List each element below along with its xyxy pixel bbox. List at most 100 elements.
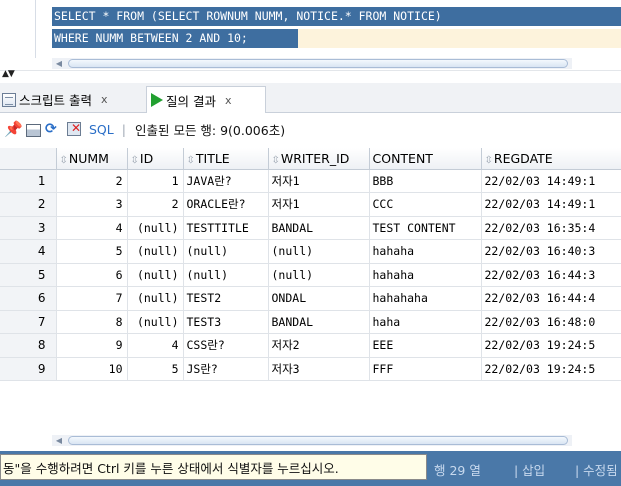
cell-title[interactable]: JS란? (183, 357, 269, 381)
cell-content[interactable]: BBB (369, 169, 482, 193)
cell-writer-id[interactable]: 저자2 (268, 333, 370, 358)
insert-mode: | 삽입 (514, 463, 546, 478)
cell-id[interactable]: 5 (127, 357, 184, 381)
tab-script-output-label: 스크립트 출력 (19, 93, 92, 108)
column-header-numm[interactable]: ⇳NUMM (56, 148, 128, 170)
column-header-label: TITLE (195, 150, 230, 166)
print-icon[interactable] (26, 123, 41, 137)
column-header-regdate[interactable]: ⇳REGDATE (481, 148, 621, 170)
cell-writer-id[interactable]: ONDAL (268, 286, 370, 311)
cell-numm[interactable]: 4 (56, 216, 128, 240)
tab-script-output[interactable]: 스크립트 출력 x (0, 86, 146, 113)
tab-script-output-close-icon[interactable]: x (101, 93, 108, 106)
cell-regdate[interactable]: 22/02/03 19:24:5 (481, 333, 621, 358)
tab-query-result-label: 질의 결과 (166, 93, 216, 109)
cell-title[interactable]: ORACLE란? (183, 192, 269, 217)
table-row[interactable]: 3 4 (null) TESTTITLE BANDAL TEST CONTENT 22/02… (0, 216, 621, 240)
column-header-label: REGDATE (493, 150, 553, 166)
cell-title[interactable]: TEST3 (183, 310, 269, 334)
cell-content[interactable]: EEE (369, 333, 482, 358)
cell-id[interactable]: 1 (127, 169, 184, 193)
editor-line-2[interactable]: WHERE NUMM BETWEEN 2 AND 10; (52, 29, 298, 48)
cell-numm[interactable]: 3 (56, 192, 128, 217)
cell-regdate[interactable]: 22/02/03 19:24:5 (481, 357, 621, 381)
scrollbar-thumb[interactable] (68, 436, 568, 445)
cell-content[interactable]: FFF (369, 357, 482, 381)
status-hint-tooltip: 동"을 수행하려면 Ctrl 키를 누른 상태에서 식별자를 누르십시오. (0, 454, 427, 480)
cell-regdate[interactable]: 22/02/03 16:44:3 (481, 263, 621, 287)
scroll-left-arrow-icon[interactable]: ◀ (52, 58, 66, 69)
table-row[interactable]: 7 8 (null) TEST3 BANDAL haha 22/02/03 16:48:0 (0, 310, 621, 334)
cell-id[interactable]: (null) (127, 239, 184, 264)
pane-splitter[interactable]: ▲▼ (0, 69, 621, 81)
table-row[interactable]: 1 2 1 JAVA란? 저자1 BBB 22/02/03 14:49:1 (0, 169, 621, 193)
cell-writer-id[interactable]: 저자1 (268, 169, 370, 193)
cell-numm[interactable]: 6 (56, 263, 128, 287)
cell-numm[interactable]: 8 (56, 310, 128, 334)
cell-regdate[interactable]: 22/02/03 16:40:3 (481, 239, 621, 264)
cell-title[interactable]: (null) (183, 239, 269, 264)
editor-horizontal-scrollbar[interactable]: ◀ (52, 58, 572, 69)
cell-content[interactable]: hahahaha (369, 286, 482, 311)
refresh-icon[interactable]: ⟳ (45, 120, 63, 138)
cell-writer-id[interactable]: 저자1 (268, 192, 370, 217)
cell-id[interactable]: (null) (127, 310, 184, 334)
scrollbar-thumb[interactable] (68, 59, 568, 68)
cell-writer-id[interactable]: (null) (268, 239, 370, 264)
tab-query-result-close-icon[interactable]: x (225, 94, 232, 107)
cell-regdate[interactable]: 22/02/03 16:44:4 (481, 286, 621, 311)
cell-title[interactable]: JAVA란? (183, 169, 269, 193)
cell-regdate[interactable]: 22/02/03 16:48:0 (481, 310, 621, 334)
scroll-left-arrow-icon[interactable]: ◀ (52, 435, 66, 446)
cell-numm[interactable]: 2 (56, 169, 128, 193)
cell-content[interactable]: TEST CONTENT (369, 216, 482, 240)
cell-content[interactable]: hahaha (369, 239, 482, 264)
export-icon[interactable] (67, 121, 81, 136)
cell-writer-id[interactable]: (null) (268, 263, 370, 287)
cell-numm[interactable]: 9 (56, 333, 128, 358)
sql-link[interactable]: SQL (89, 122, 114, 137)
cell-writer-id[interactable]: 저자3 (268, 357, 370, 381)
cell-regdate[interactable]: 22/02/03 16:35:4 (481, 216, 621, 240)
cell-writer-id[interactable]: BANDAL (268, 310, 370, 334)
cell-title[interactable]: TESTTITLE (183, 216, 269, 240)
row-number: 7 (0, 310, 57, 334)
column-header-writer-id[interactable]: ⇳WRITER_ID (268, 148, 370, 170)
cell-content[interactable]: haha (369, 310, 482, 334)
grid-horizontal-scrollbar[interactable]: ◀ (52, 435, 572, 446)
column-header-title[interactable]: ⇳TITLE (183, 148, 269, 170)
toolbar-separator: | (121, 121, 126, 137)
modified-indicator: | 수정됨 (575, 463, 618, 478)
editor-line-1[interactable]: SELECT * FROM (SELECT ROWNUM NUMM, NOTIC… (52, 7, 621, 26)
cell-id[interactable]: (null) (127, 263, 184, 287)
cell-title[interactable]: (null) (183, 263, 269, 287)
table-row[interactable]: 4 5 (null) (null) (null) hahaha 22/02/03 16:40… (0, 239, 621, 264)
cell-content[interactable]: CCC (369, 192, 482, 217)
cell-content[interactable]: hahaha (369, 263, 482, 287)
cell-id[interactable]: (null) (127, 286, 184, 311)
sql-editor[interactable]: SELECT * FROM (SELECT ROWNUM NUMM, NOTIC… (0, 0, 621, 58)
cell-regdate[interactable]: 22/02/03 14:49:1 (481, 169, 621, 193)
cell-regdate[interactable]: 22/02/03 14:49:1 (481, 192, 621, 217)
table-row[interactable]: 6 7 (null) TEST2 ONDAL hahahaha 22/02/03 16:44… (0, 286, 621, 311)
tab-query-result[interactable]: 질의 결과 x (146, 86, 266, 113)
table-row[interactable]: 8 9 4 CSS란? 저자2 EEE 22/02/03 19:24:5 (0, 333, 621, 358)
cell-title[interactable]: CSS란? (183, 333, 269, 358)
sort-icon: ⇳ (59, 154, 68, 166)
table-row[interactable]: 5 6 (null) (null) (null) hahaha 22/02/03 16:44… (0, 263, 621, 287)
cell-id[interactable]: 2 (127, 192, 184, 217)
cell-id[interactable]: (null) (127, 216, 184, 240)
splitter-arrows-icon[interactable]: ▲▼ (2, 69, 15, 79)
run-icon (151, 93, 163, 107)
cell-numm[interactable]: 5 (56, 239, 128, 264)
table-row[interactable]: 2 3 2 ORACLE란? 저자1 CCC 22/02/03 14:49:1 (0, 192, 621, 217)
cell-writer-id[interactable]: BANDAL (268, 216, 370, 240)
column-header-content[interactable]: CONTENT (369, 148, 482, 170)
pin-icon[interactable]: 📌 (4, 120, 23, 138)
cell-id[interactable]: 4 (127, 333, 184, 358)
cell-title[interactable]: TEST2 (183, 286, 269, 311)
cell-numm[interactable]: 10 (56, 357, 128, 381)
cell-numm[interactable]: 7 (56, 286, 128, 311)
table-row[interactable]: 9 10 5 JS란? 저자3 FFF 22/02/03 19:24:5 (0, 357, 621, 381)
column-header-id[interactable]: ⇳ID (127, 148, 184, 170)
